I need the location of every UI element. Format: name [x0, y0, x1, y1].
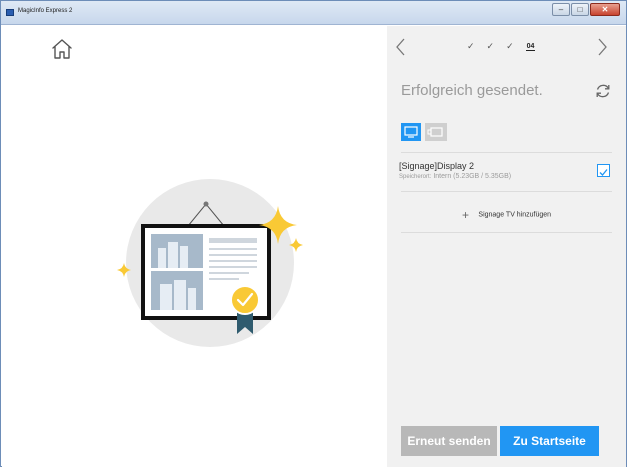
title-bar[interactable]: MagicInfo Express 2 – □ ✕ [1, 1, 626, 25]
storage-label: Speicherort: [399, 174, 432, 180]
minimize-button[interactable]: – [552, 3, 570, 16]
add-signage-tv-label: Signage TV hinzufügen [478, 211, 552, 219]
divider [401, 152, 612, 153]
status-title: Erfolgreich gesendet. [401, 82, 543, 99]
home-icon [52, 39, 72, 59]
minimize-icon: – [558, 5, 564, 14]
add-signage-tv-button[interactable]: + Signage TV hinzufügen [387, 206, 626, 224]
badge [230, 285, 260, 315]
chevron-right-icon [598, 38, 607, 56]
app-icon [6, 9, 14, 16]
previous-step-button[interactable] [393, 36, 409, 58]
maximize-button[interactable]: □ [571, 3, 589, 16]
divider [401, 191, 612, 192]
tab-video-wall[interactable] [425, 123, 447, 141]
device-checkbox[interactable] [597, 164, 610, 177]
checkmark-icon [599, 169, 608, 176]
device-storage: Speicherort: Intern (5.23GB / 5.35GB) [399, 173, 511, 180]
window-controls: – □ ✕ [551, 3, 620, 16]
step-indicator: ✓ ✓ ✓ 04 [467, 41, 536, 52]
divider [401, 232, 612, 233]
step-1-check-icon: ✓ [467, 41, 475, 51]
window-title: MagicInfo Express 2 [18, 8, 73, 14]
refresh-button[interactable] [594, 82, 612, 100]
current-step-number: 04 [525, 42, 536, 51]
plus-icon: + [461, 207, 469, 222]
step-2-check-icon: ✓ [486, 41, 495, 51]
device-name: [Signage]Display 2 [399, 161, 475, 171]
home-button[interactable] [50, 37, 74, 61]
step-3-check-icon: ✓ [506, 41, 514, 51]
hanger-nail [203, 201, 209, 207]
next-step-button[interactable] [594, 36, 610, 58]
maximize-icon: □ [577, 5, 583, 14]
chevron-left-icon [396, 38, 405, 56]
tab-display[interactable] [401, 123, 421, 141]
video-wall-icon [427, 127, 443, 137]
left-pane [2, 26, 387, 467]
display-icon [404, 126, 418, 138]
resend-button[interactable]: Erneut senden [401, 426, 497, 456]
app-window: MagicInfo Express 2 – □ ✕ ✓ ✓ ✓ 04 Erfol… [0, 0, 627, 467]
success-illustration [117, 179, 303, 347]
storage-value: Intern (5.23GB / 5.35GB) [433, 173, 512, 180]
close-icon: ✕ [601, 5, 609, 14]
go-to-home-button[interactable]: Zu Startseite [500, 426, 599, 456]
refresh-icon [596, 84, 610, 98]
right-pane: ✓ ✓ ✓ 04 Erfolgreich gesendet. [Signage]… [387, 26, 626, 467]
close-button[interactable]: ✕ [590, 3, 620, 16]
